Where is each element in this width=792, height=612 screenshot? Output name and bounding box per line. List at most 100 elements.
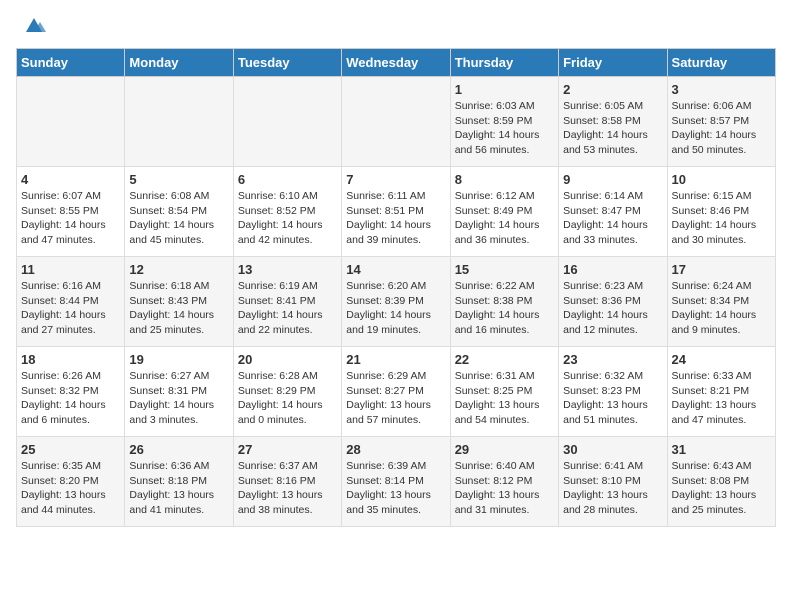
day-info: Sunrise: 6:40 AM Sunset: 8:12 PM Dayligh… xyxy=(455,459,554,518)
calendar-cell xyxy=(125,77,233,167)
day-number: 13 xyxy=(238,262,337,277)
day-number: 23 xyxy=(563,352,662,367)
calendar-cell: 8 Sunrise: 6:12 AM Sunset: 8:49 PM Daylig… xyxy=(450,167,558,257)
calendar-cell: 19 Sunrise: 6:27 AM Sunset: 8:31 PM Dayli… xyxy=(125,347,233,437)
calendar-cell: 4 Sunrise: 6:07 AM Sunset: 8:55 PM Daylig… xyxy=(17,167,125,257)
day-info: Sunrise: 6:15 AM Sunset: 8:46 PM Dayligh… xyxy=(672,189,771,248)
calendar-cell: 11 Sunrise: 6:16 AM Sunset: 8:44 PM Dayli… xyxy=(17,257,125,347)
day-info: Sunrise: 6:24 AM Sunset: 8:34 PM Dayligh… xyxy=(672,279,771,338)
day-number: 22 xyxy=(455,352,554,367)
day-info: Sunrise: 6:23 AM Sunset: 8:36 PM Dayligh… xyxy=(563,279,662,338)
calendar-cell: 3Sunrise: 6:06 AM Sunset: 8:57 PM Daylig… xyxy=(667,77,775,167)
day-info: Sunrise: 6:03 AM Sunset: 8:59 PM Dayligh… xyxy=(455,99,554,158)
page-header xyxy=(16,16,776,40)
day-number: 16 xyxy=(563,262,662,277)
calendar-week-row: 11 Sunrise: 6:16 AM Sunset: 8:44 PM Dayli… xyxy=(17,257,776,347)
day-info: Sunrise: 6:33 AM Sunset: 8:21 PM Dayligh… xyxy=(672,369,771,428)
day-info: Sunrise: 6:37 AM Sunset: 8:16 PM Dayligh… xyxy=(238,459,337,518)
day-info: Sunrise: 6:27 AM Sunset: 8:31 PM Dayligh… xyxy=(129,369,228,428)
calendar-cell: 18Sunrise: 6:26 AM Sunset: 8:32 PM Dayli… xyxy=(17,347,125,437)
day-info: Sunrise: 6:19 AM Sunset: 8:41 PM Dayligh… xyxy=(238,279,337,338)
calendar-cell: 15 Sunrise: 6:22 AM Sunset: 8:38 PM Dayli… xyxy=(450,257,558,347)
day-info: Sunrise: 6:10 AM Sunset: 8:52 PM Dayligh… xyxy=(238,189,337,248)
calendar-cell: 14 Sunrise: 6:20 AM Sunset: 8:39 PM Dayli… xyxy=(342,257,450,347)
day-number: 17 xyxy=(672,262,771,277)
day-number: 25 xyxy=(21,442,120,457)
day-info: Sunrise: 6:16 AM Sunset: 8:44 PM Dayligh… xyxy=(21,279,120,338)
day-number: 2 xyxy=(563,82,662,97)
calendar-cell: 10 Sunrise: 6:15 AM Sunset: 8:46 PM Dayli… xyxy=(667,167,775,257)
day-info: Sunrise: 6:12 AM Sunset: 8:49 PM Dayligh… xyxy=(455,189,554,248)
calendar-week-row: 1 Sunrise: 6:03 AM Sunset: 8:59 PM Daylig… xyxy=(17,77,776,167)
day-number: 12 xyxy=(129,262,228,277)
day-info: Sunrise: 6:29 AM Sunset: 8:27 PM Dayligh… xyxy=(346,369,445,428)
day-number: 8 xyxy=(455,172,554,187)
day-info: Sunrise: 6:36 AM Sunset: 8:18 PM Dayligh… xyxy=(129,459,228,518)
weekday-header-thursday: Thursday xyxy=(450,49,558,77)
calendar-cell: 20 Sunrise: 6:28 AM Sunset: 8:29 PM Dayli… xyxy=(233,347,341,437)
calendar-cell: 16 Sunrise: 6:23 AM Sunset: 8:36 PM Dayli… xyxy=(559,257,667,347)
day-info: Sunrise: 6:43 AM Sunset: 8:08 PM Dayligh… xyxy=(672,459,771,518)
calendar-cell: 2Sunrise: 6:05 AM Sunset: 8:58 PM Daylig… xyxy=(559,77,667,167)
day-number: 30 xyxy=(563,442,662,457)
day-number: 29 xyxy=(455,442,554,457)
calendar-cell: 12 Sunrise: 6:18 AM Sunset: 8:43 PM Dayli… xyxy=(125,257,233,347)
day-info: Sunrise: 6:39 AM Sunset: 8:14 PM Dayligh… xyxy=(346,459,445,518)
day-info: Sunrise: 6:11 AM Sunset: 8:51 PM Dayligh… xyxy=(346,189,445,248)
day-info: Sunrise: 6:22 AM Sunset: 8:38 PM Dayligh… xyxy=(455,279,554,338)
day-number: 15 xyxy=(455,262,554,277)
calendar-cell xyxy=(342,77,450,167)
calendar-cell xyxy=(17,77,125,167)
day-number: 10 xyxy=(672,172,771,187)
day-info: Sunrise: 6:28 AM Sunset: 8:29 PM Dayligh… xyxy=(238,369,337,428)
day-number: 18 xyxy=(21,352,120,367)
day-number: 14 xyxy=(346,262,445,277)
day-number: 7 xyxy=(346,172,445,187)
day-number: 4 xyxy=(21,172,120,187)
day-info: Sunrise: 6:14 AM Sunset: 8:47 PM Dayligh… xyxy=(563,189,662,248)
calendar-cell: 17 Sunrise: 6:24 AM Sunset: 8:34 PM Dayli… xyxy=(667,257,775,347)
calendar-cell: 21 Sunrise: 6:29 AM Sunset: 8:27 PM Dayli… xyxy=(342,347,450,437)
day-info: Sunrise: 6:20 AM Sunset: 8:39 PM Dayligh… xyxy=(346,279,445,338)
day-info: Sunrise: 6:32 AM Sunset: 8:23 PM Dayligh… xyxy=(563,369,662,428)
day-info: Sunrise: 6:07 AM Sunset: 8:55 PM Dayligh… xyxy=(21,189,120,248)
calendar-cell: 9 Sunrise: 6:14 AM Sunset: 8:47 PM Daylig… xyxy=(559,167,667,257)
day-info: Sunrise: 6:18 AM Sunset: 8:43 PM Dayligh… xyxy=(129,279,228,338)
day-info: Sunrise: 6:35 AM Sunset: 8:20 PM Dayligh… xyxy=(21,459,120,518)
weekday-header-sunday: Sunday xyxy=(17,49,125,77)
day-number: 21 xyxy=(346,352,445,367)
weekday-header-friday: Friday xyxy=(559,49,667,77)
calendar-cell: 13 Sunrise: 6:19 AM Sunset: 8:41 PM Dayli… xyxy=(233,257,341,347)
calendar-cell xyxy=(233,77,341,167)
calendar-cell: 28 Sunrise: 6:39 AM Sunset: 8:14 PM Dayli… xyxy=(342,437,450,527)
day-number: 11 xyxy=(21,262,120,277)
day-number: 6 xyxy=(238,172,337,187)
calendar-week-row: 18Sunrise: 6:26 AM Sunset: 8:32 PM Dayli… xyxy=(17,347,776,437)
calendar-cell: 30Sunrise: 6:41 AM Sunset: 8:10 PM Dayli… xyxy=(559,437,667,527)
weekday-header-saturday: Saturday xyxy=(667,49,775,77)
calendar-week-row: 25 Sunrise: 6:35 AM Sunset: 8:20 PM Dayli… xyxy=(17,437,776,527)
day-number: 5 xyxy=(129,172,228,187)
calendar-table: SundayMondayTuesdayWednesdayThursdayFrid… xyxy=(16,48,776,527)
weekday-header-row: SundayMondayTuesdayWednesdayThursdayFrid… xyxy=(17,49,776,77)
calendar-cell: 5 Sunrise: 6:08 AM Sunset: 8:54 PM Daylig… xyxy=(125,167,233,257)
calendar-cell: 24Sunrise: 6:33 AM Sunset: 8:21 PM Dayli… xyxy=(667,347,775,437)
day-info: Sunrise: 6:08 AM Sunset: 8:54 PM Dayligh… xyxy=(129,189,228,248)
day-number: 19 xyxy=(129,352,228,367)
logo-icon xyxy=(20,12,48,40)
calendar-cell: 31 Sunrise: 6:43 AM Sunset: 8:08 PM Dayli… xyxy=(667,437,775,527)
weekday-header-tuesday: Tuesday xyxy=(233,49,341,77)
day-number: 31 xyxy=(672,442,771,457)
weekday-header-wednesday: Wednesday xyxy=(342,49,450,77)
calendar-cell: 22 Sunrise: 6:31 AM Sunset: 8:25 PM Dayli… xyxy=(450,347,558,437)
calendar-cell: 26Sunrise: 6:36 AM Sunset: 8:18 PM Dayli… xyxy=(125,437,233,527)
logo xyxy=(16,16,48,40)
calendar-week-row: 4 Sunrise: 6:07 AM Sunset: 8:55 PM Daylig… xyxy=(17,167,776,257)
day-number: 1 xyxy=(455,82,554,97)
day-info: Sunrise: 6:31 AM Sunset: 8:25 PM Dayligh… xyxy=(455,369,554,428)
day-number: 9 xyxy=(563,172,662,187)
day-number: 28 xyxy=(346,442,445,457)
day-number: 3 xyxy=(672,82,771,97)
day-number: 20 xyxy=(238,352,337,367)
calendar-cell: 6 Sunrise: 6:10 AM Sunset: 8:52 PM Daylig… xyxy=(233,167,341,257)
